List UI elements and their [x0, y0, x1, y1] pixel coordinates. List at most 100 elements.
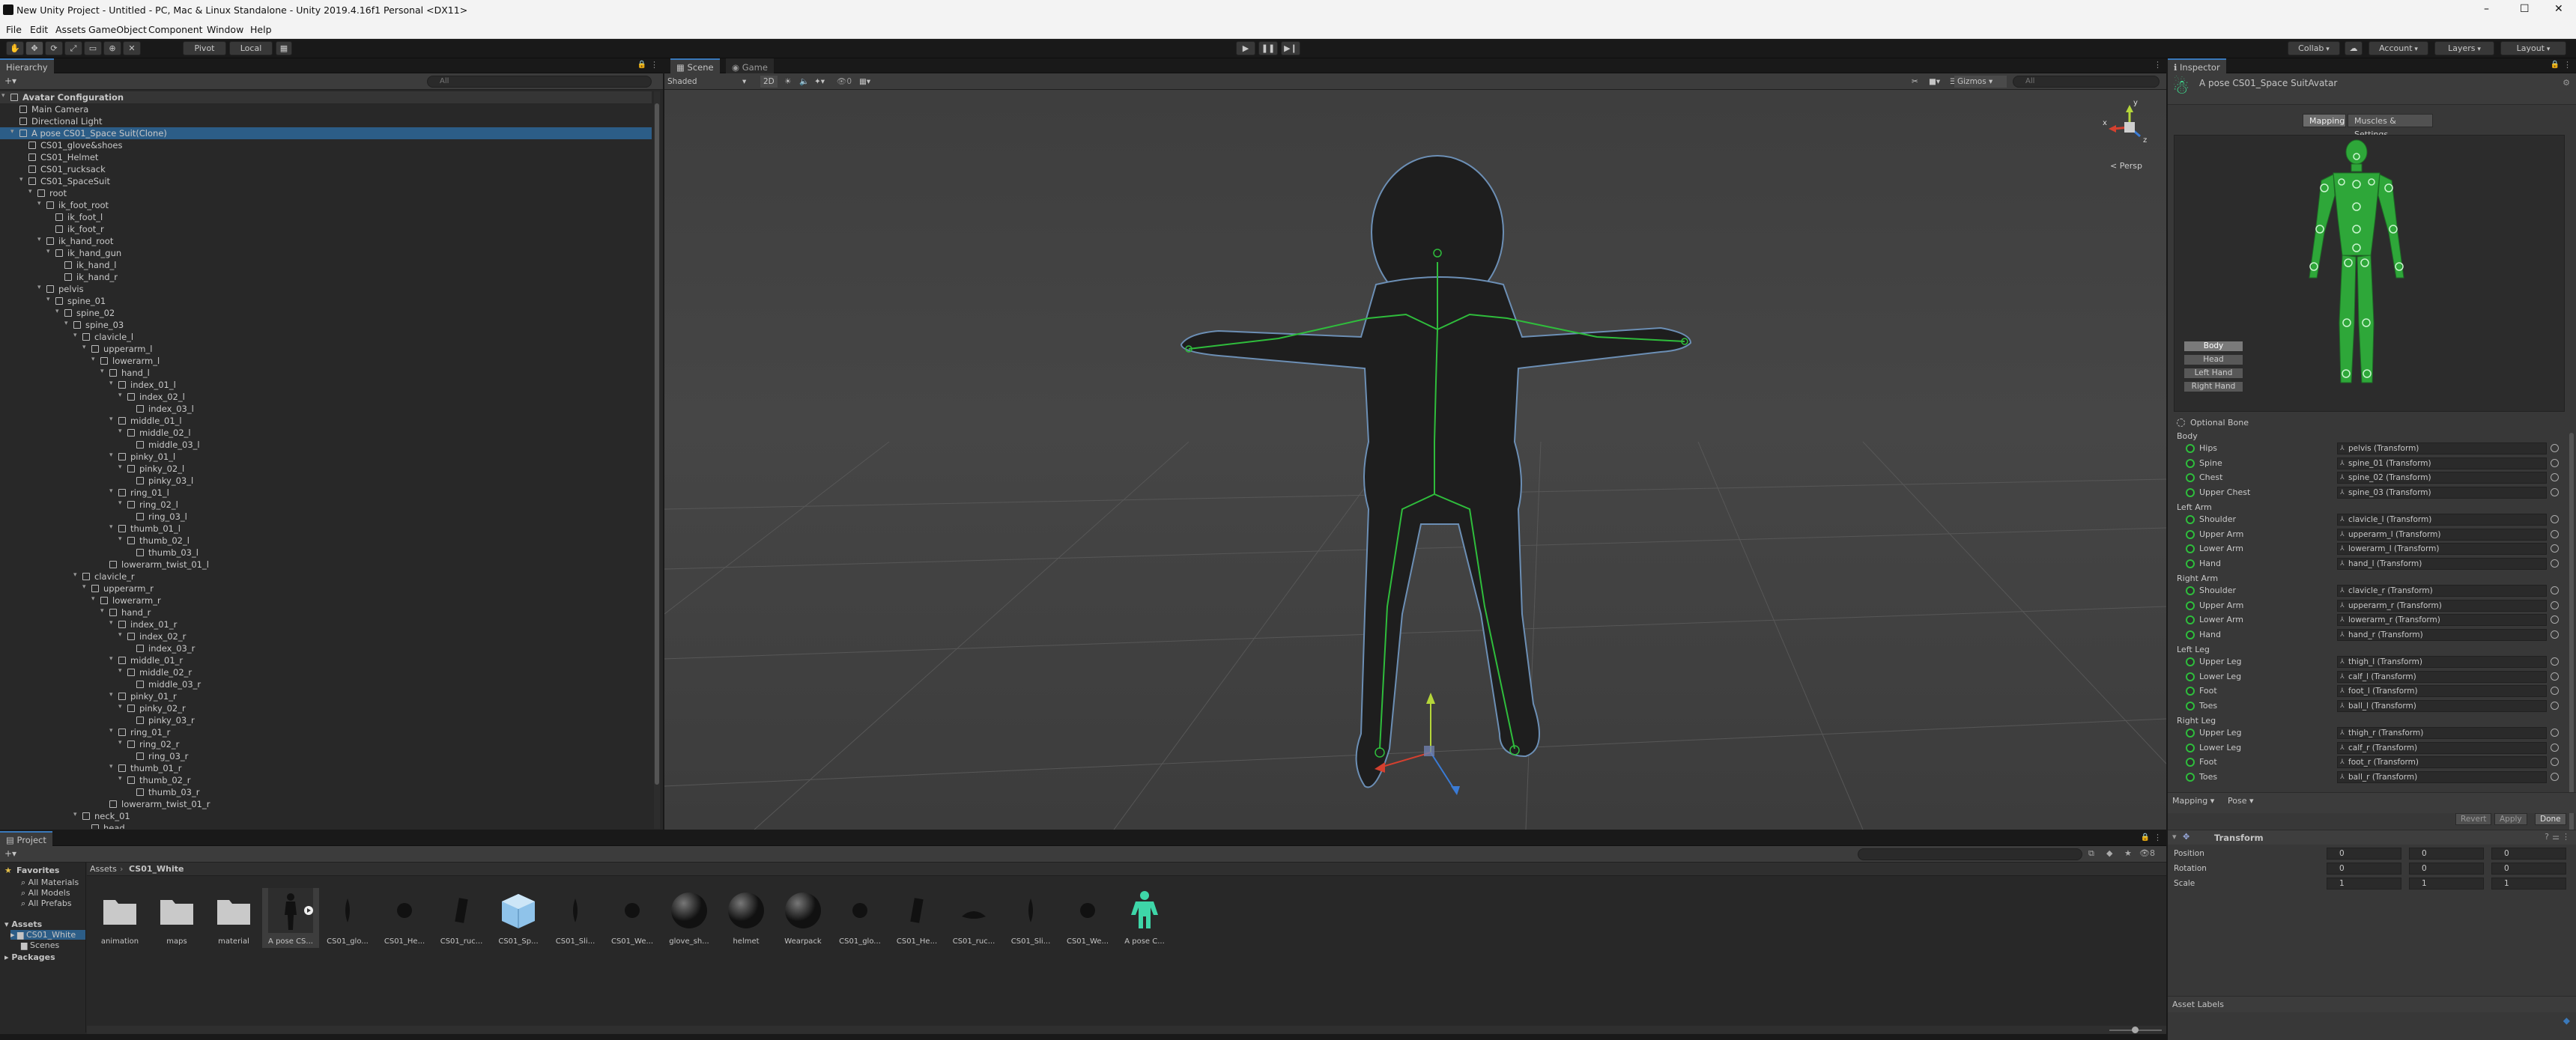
- hierarchy-row[interactable]: ▾ lowerarm_l: [0, 355, 652, 367]
- expand-arrow-icon[interactable]: ▾: [46, 248, 50, 255]
- bone-transform-field[interactable]: lowerarm_r (Transform): [2337, 614, 2547, 626]
- menu-help[interactable]: Help: [250, 24, 272, 35]
- custom-tool-icon[interactable]: ✕: [123, 41, 141, 55]
- expand-arrow-icon[interactable]: ▾: [109, 619, 113, 627]
- expand-arrow-icon[interactable]: ▾: [73, 811, 77, 818]
- hierarchy-row[interactable]: ▾ pinky_02_l: [0, 463, 652, 475]
- expand-arrow-icon[interactable]: ▾: [73, 571, 77, 579]
- hierarchy-row[interactable]: Main Camera: [0, 103, 652, 115]
- hierarchy-row[interactable]: ▾ root: [0, 187, 652, 199]
- hierarchy-row[interactable]: ▾ middle_02_l: [0, 427, 652, 439]
- expand-arrow-icon[interactable]: ▾: [118, 535, 122, 543]
- asset-item[interactable]: CS01_We...: [1059, 888, 1116, 948]
- maximize-button[interactable]: ☐: [2520, 3, 2530, 15]
- object-picker-icon[interactable]: [2551, 600, 2559, 609]
- expand-arrow-icon[interactable]: ▾: [91, 356, 95, 363]
- packages-folder[interactable]: ▸ Packages: [4, 952, 55, 962]
- asset-item[interactable]: CS01_glo...: [319, 888, 376, 948]
- body-view-button[interactable]: Body: [2183, 341, 2243, 352]
- breadcrumb-assets[interactable]: Assets: [90, 864, 117, 874]
- bone-transform-field[interactable]: upperarm_l (Transform): [2337, 528, 2547, 541]
- hidden-count-icon[interactable]: 👁0: [837, 76, 852, 88]
- hierarchy-row[interactable]: lowerarm_twist_01_l: [0, 559, 652, 571]
- collab-dropdown[interactable]: Collab: [2288, 41, 2340, 55]
- menu-file[interactable]: File: [6, 24, 22, 35]
- settings-gear-icon[interactable]: ⚙: [2563, 78, 2570, 88]
- rotation-y-field[interactable]: 0: [2409, 863, 2484, 875]
- rotate-tool-icon[interactable]: ⟳: [45, 41, 63, 55]
- head-view-button[interactable]: Head: [2183, 354, 2243, 365]
- position-y-field[interactable]: 0: [2409, 848, 2484, 860]
- hand-tool-icon[interactable]: ✋: [6, 41, 24, 55]
- local-toggle[interactable]: Local: [229, 41, 273, 55]
- project-search-input[interactable]: [1858, 848, 2082, 860]
- hierarchy-row[interactable]: ▾ upperarm_l: [0, 343, 652, 355]
- hierarchy-row[interactable]: index_03_l: [0, 403, 652, 415]
- expand-arrow-icon[interactable]: ▾: [109, 451, 113, 459]
- asset-item[interactable]: CS01_He...: [888, 888, 945, 948]
- lighting-icon[interactable]: ☀: [784, 76, 791, 88]
- create-plus-icon[interactable]: +▾: [4, 848, 16, 859]
- hidden-packages-icon[interactable]: 👁8: [2139, 848, 2155, 858]
- panel-menu-icon[interactable]: ⋮: [2154, 833, 2162, 842]
- lock-icon[interactable]: 🔒: [637, 61, 646, 69]
- tab-muscles-settings[interactable]: Muscles & Settings: [2348, 114, 2433, 139]
- panel-menu-icon[interactable]: ⋮: [2563, 60, 2572, 70]
- asset-item[interactable]: CS01_ruc...: [433, 888, 490, 948]
- asset-item[interactable]: glove_sh...: [661, 888, 718, 948]
- hierarchy-row[interactable]: ▾ spine_03: [0, 319, 652, 331]
- expand-arrow-icon[interactable]: ▾: [37, 284, 41, 291]
- bone-transform-field[interactable]: calf_r (Transform): [2337, 741, 2547, 754]
- projection-label[interactable]: < Persp: [2110, 161, 2142, 171]
- hierarchy-row[interactable]: ▾ thumb_02_r: [0, 774, 652, 786]
- hierarchy-row[interactable]: ▾ middle_02_r: [0, 666, 652, 678]
- rect-tool-icon[interactable]: ▭: [84, 41, 102, 55]
- hierarchy-row[interactable]: ▾ middle_01_l: [0, 415, 652, 427]
- hierarchy-row[interactable]: ik_foot_l: [0, 211, 652, 223]
- scale-x-field[interactable]: 1: [2327, 878, 2401, 890]
- hierarchy-row[interactable]: ▾ ik_foot_root: [0, 199, 652, 211]
- asset-item[interactable]: CS01_glo...: [831, 888, 888, 948]
- scene-viewport[interactable]: y x z < Persp: [664, 90, 2166, 830]
- hierarchy-row[interactable]: ▾ Avatar Configuration: [0, 91, 652, 103]
- hierarchy-row[interactable]: thumb_03_r: [0, 786, 652, 798]
- astronaut-model[interactable]: [1180, 155, 1692, 788]
- collapse-arrow-icon[interactable]: ▾: [2172, 832, 2177, 842]
- hierarchy-row[interactable]: ▾ index_01_r: [0, 618, 652, 630]
- hierarchy-row[interactable]: ▾ lowerarm_r: [0, 594, 652, 606]
- object-picker-icon[interactable]: [2551, 772, 2559, 781]
- filter-type-icon[interactable]: ⧉: [2088, 848, 2094, 859]
- apply-button[interactable]: Apply: [2494, 813, 2527, 825]
- object-picker-icon[interactable]: [2551, 544, 2559, 553]
- object-picker-icon[interactable]: [2551, 529, 2559, 538]
- tab-game[interactable]: ◉ Game: [726, 58, 774, 73]
- lock-icon[interactable]: 🔒: [2551, 61, 2560, 69]
- expand-arrow-icon[interactable]: ▾: [118, 392, 122, 399]
- asset-item[interactable]: CS01_Sp...: [490, 888, 547, 948]
- hierarchy-row[interactable]: ▾ ik_hand_gun: [0, 247, 652, 259]
- pause-button[interactable]: ❚❚: [1258, 41, 1278, 55]
- transform-tool-icon[interactable]: ⊕: [103, 41, 121, 55]
- move-tool-icon[interactable]: ✥: [25, 41, 43, 55]
- gizmos-dropdown[interactable]: Gizmos ▾: [1954, 76, 2007, 88]
- favorite-all-prefabs[interactable]: ⌕ All Prefabs: [21, 898, 72, 909]
- hierarchy-row[interactable]: CS01_glove&shoes: [0, 139, 652, 151]
- step-button[interactable]: ▶❙: [1281, 41, 1300, 55]
- scale-y-field[interactable]: 1: [2409, 878, 2484, 890]
- bone-transform-field[interactable]: hand_l (Transform): [2337, 557, 2547, 570]
- bone-transform-field[interactable]: spine_02 (Transform): [2337, 472, 2547, 484]
- menu-edit[interactable]: Edit: [30, 24, 48, 35]
- expand-arrow-icon[interactable]: ▾: [109, 691, 113, 699]
- expand-arrow-icon[interactable]: ▾: [46, 296, 50, 303]
- position-x-field[interactable]: 0: [2327, 848, 2401, 860]
- bone-transform-field[interactable]: ball_r (Transform): [2337, 770, 2547, 783]
- audio-icon[interactable]: 🔈: [799, 76, 809, 88]
- preset-icon[interactable]: ⚌: [2552, 832, 2560, 842]
- menu-window[interactable]: Window: [207, 24, 243, 35]
- tools-icon[interactable]: ✂: [1912, 76, 1918, 88]
- hierarchy-row[interactable]: ▾ middle_01_r: [0, 654, 652, 666]
- expand-arrow-icon[interactable]: ▾: [118, 775, 122, 782]
- object-picker-icon[interactable]: [2551, 444, 2559, 452]
- object-picker-icon[interactable]: [2551, 672, 2559, 681]
- hierarchy-row[interactable]: ik_hand_r: [0, 271, 652, 283]
